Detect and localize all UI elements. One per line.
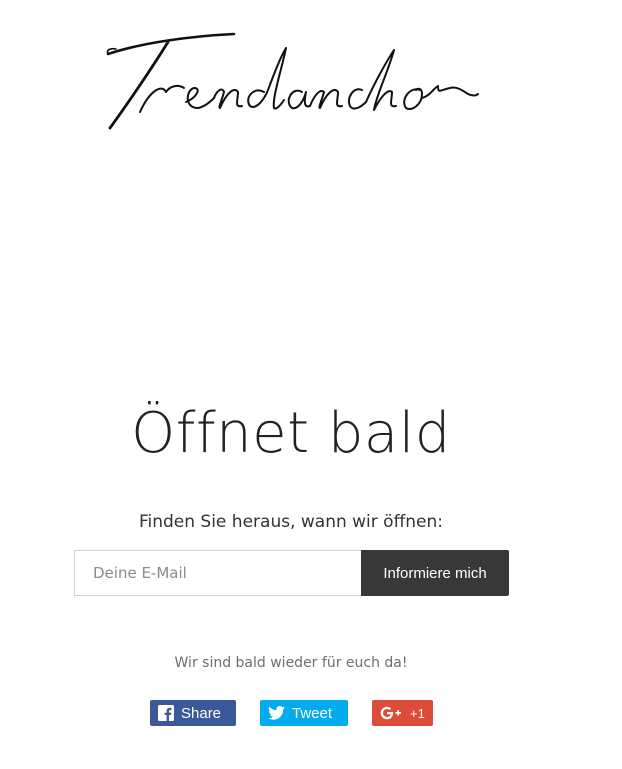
twitter-tweet-button[interactable]: Tweet — [260, 700, 348, 726]
newsletter-form: Informiere mich — [74, 550, 509, 596]
footer-note: Wir sind bald wieder für euch da! — [174, 655, 408, 671]
signup-prompt: Finden Sie heraus, wann wir öffnen: — [138, 512, 444, 532]
twitter-icon — [268, 706, 285, 720]
notify-me-button[interactable]: Informiere mich — [361, 550, 509, 596]
google-plus-label: +1 — [410, 705, 425, 721]
brand-logo[interactable] — [104, 28, 484, 136]
google-plus-button[interactable]: +1 — [372, 700, 433, 726]
twitter-tweet-label: Tweet — [292, 704, 333, 722]
facebook-share-label: Share — [181, 704, 222, 722]
google-plus-icon — [380, 706, 401, 720]
page-title: Öffnet bald — [131, 401, 451, 466]
facebook-share-button[interactable]: Share — [150, 700, 236, 726]
email-input[interactable] — [74, 550, 361, 596]
facebook-icon — [158, 705, 174, 721]
